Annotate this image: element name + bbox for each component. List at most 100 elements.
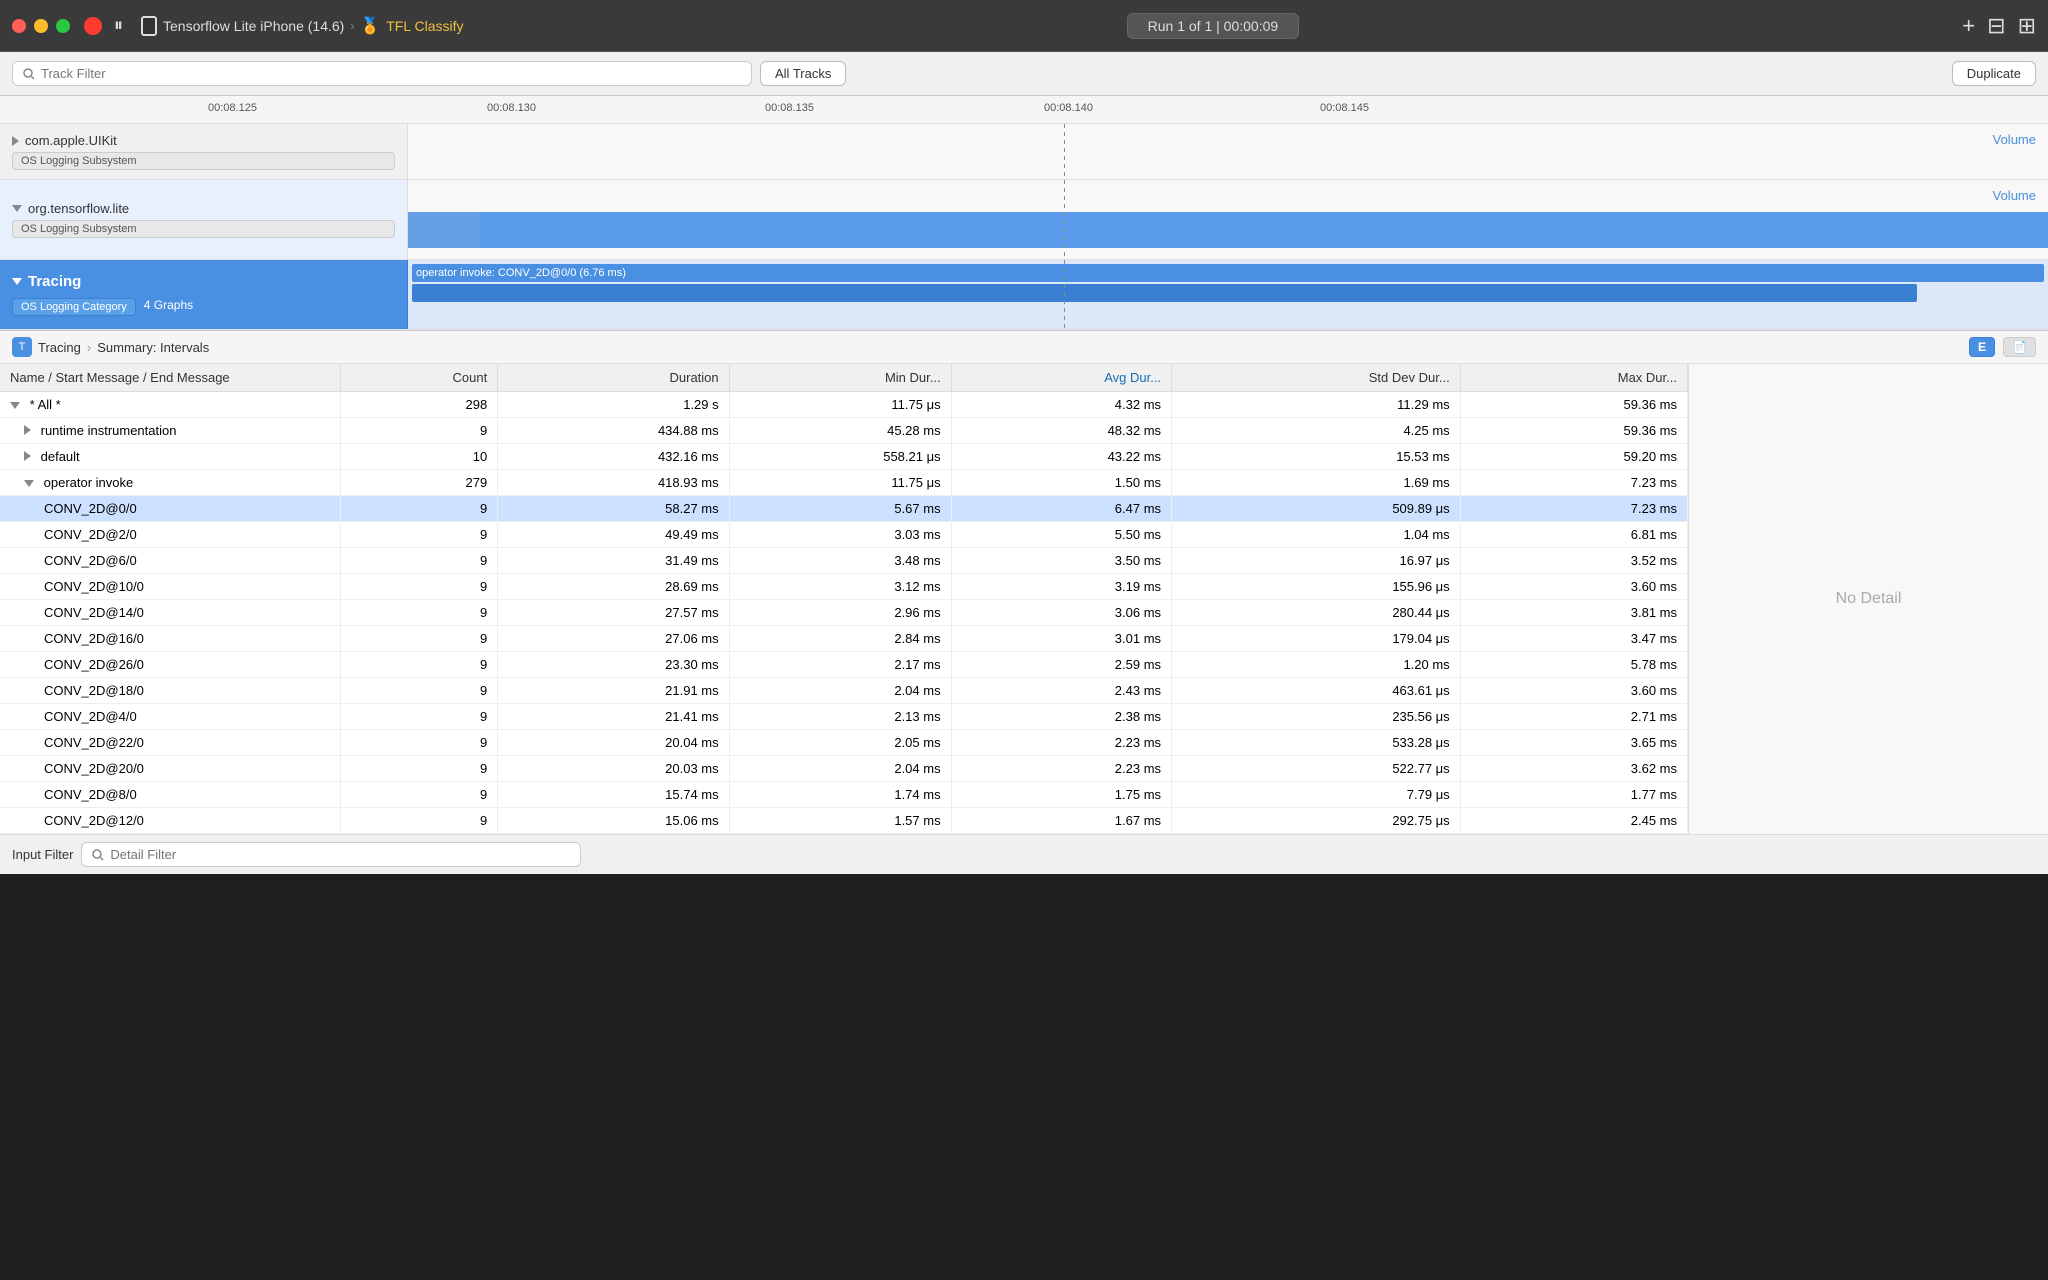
zoom-button[interactable] xyxy=(56,19,70,33)
input-filter-box[interactable] xyxy=(81,842,581,867)
table-scroll[interactable]: Name / Start Message / End Message Count… xyxy=(0,364,1688,834)
table-row[interactable]: CONV_2D@22/0 9 20.04 ms 2.05 ms 2.23 ms … xyxy=(0,730,1688,756)
col-min-dur[interactable]: Min Dur... xyxy=(729,364,951,392)
input-filter-label: Input Filter xyxy=(12,847,73,862)
duration-conv20: 20.03 ms xyxy=(498,756,729,782)
title-bar: ⏸ Tensorflow Lite iPhone (14.6) › 🏅 TFL … xyxy=(0,0,2048,52)
duration-conv2: 49.49 ms xyxy=(498,522,729,548)
duration-conv22: 20.04 ms xyxy=(498,730,729,756)
min-dur-conv4: 2.13 ms xyxy=(729,704,951,730)
track-expand-tensorflow[interactable] xyxy=(12,205,22,212)
table-row[interactable]: operator invoke 279 418.93 ms 11.75 μs 1… xyxy=(0,470,1688,496)
count-conv18: 9 xyxy=(340,678,498,704)
table-row[interactable]: CONV_2D@12/0 9 15.06 ms 1.57 ms 1.67 ms … xyxy=(0,808,1688,834)
col-max-dur[interactable]: Max Dur... xyxy=(1460,364,1687,392)
col-duration[interactable]: Duration xyxy=(498,364,729,392)
expand-op-invoke[interactable] xyxy=(24,480,34,487)
tracing-icon: T xyxy=(12,337,32,357)
min-dur-op-invoke: 11.75 μs xyxy=(729,470,951,496)
expand-default[interactable] xyxy=(24,451,31,461)
table-row[interactable]: CONV_2D@4/0 9 21.41 ms 2.13 ms 2.38 ms 2… xyxy=(0,704,1688,730)
track-row-uikit: com.apple.UIKit OS Logging Subsystem Vol… xyxy=(0,124,2048,180)
all-tracks-button[interactable]: All Tracks xyxy=(760,61,846,86)
count-conv6: 9 xyxy=(340,548,498,574)
std-dev-conv10: 155.96 μs xyxy=(1172,574,1461,600)
duration-conv4: 21.41 ms xyxy=(498,704,729,730)
window-traffic-lights[interactable] xyxy=(12,19,70,33)
split-view-button[interactable]: ⊟ xyxy=(1987,13,2005,39)
count-conv16: 9 xyxy=(340,626,498,652)
track-name-tensorflow: org.tensorflow.lite xyxy=(28,201,129,216)
max-dur-conv4: 2.71 ms xyxy=(1460,704,1687,730)
avg-dur-conv4: 2.38 ms xyxy=(951,704,1171,730)
avg-dur-conv8: 1.75 ms xyxy=(951,782,1171,808)
pause-icon[interactable]: ⏸ xyxy=(114,15,123,36)
name-all: * All * xyxy=(30,397,61,412)
add-button[interactable]: + xyxy=(1962,13,1975,39)
row-name-op-invoke: operator invoke xyxy=(0,470,340,496)
detail-panel: No Detail xyxy=(1688,364,2048,834)
min-dur-conv18: 2.04 ms xyxy=(729,678,951,704)
count-conv10: 9 xyxy=(340,574,498,600)
table-row[interactable]: CONV_2D@0/0 9 58.27 ms 5.67 ms 6.47 ms 5… xyxy=(0,496,1688,522)
table-row[interactable]: CONV_2D@8/0 9 15.74 ms 1.74 ms 1.75 ms 7… xyxy=(0,782,1688,808)
avg-dur-conv0: 6.47 ms xyxy=(951,496,1171,522)
table-row[interactable]: CONV_2D@18/0 9 21.91 ms 2.04 ms 2.43 ms … xyxy=(0,678,1688,704)
col-std-dev[interactable]: Std Dev Dur... xyxy=(1172,364,1461,392)
duration-all: 1.29 s xyxy=(498,392,729,418)
max-dur-op-invoke: 7.23 ms xyxy=(1460,470,1687,496)
track-row-tensorflow: org.tensorflow.lite OS Logging Subsystem… xyxy=(0,180,2048,260)
table-row[interactable]: runtime instrumentation 9 434.88 ms 45.2… xyxy=(0,418,1688,444)
table-row[interactable]: * All * 298 1.29 s 11.75 μs 4.32 ms 11.2… xyxy=(0,392,1688,418)
track-filter-box[interactable] xyxy=(12,61,752,86)
avg-dur-conv18: 2.43 ms xyxy=(951,678,1171,704)
min-dur-conv0: 5.67 ms xyxy=(729,496,951,522)
expand-runtime[interactable] xyxy=(24,425,31,435)
std-dev-conv16: 179.04 μs xyxy=(1172,626,1461,652)
track-volume-uikit: Volume xyxy=(1993,132,2036,147)
std-dev-op-invoke: 1.69 ms xyxy=(1172,470,1461,496)
expand-all[interactable] xyxy=(10,402,20,409)
min-dur-conv14: 2.96 ms xyxy=(729,600,951,626)
count-all: 298 xyxy=(340,392,498,418)
table-row[interactable]: CONV_2D@16/0 9 27.06 ms 2.84 ms 3.01 ms … xyxy=(0,626,1688,652)
filter-icon xyxy=(23,68,35,80)
track-filter-input[interactable] xyxy=(41,66,741,81)
col-avg-dur[interactable]: Avg Dur... xyxy=(951,364,1171,392)
export-button[interactable]: E xyxy=(1969,337,1995,357)
count-runtime: 9 xyxy=(340,418,498,444)
doc-button[interactable]: 📄 xyxy=(2003,337,2036,357)
table-row[interactable]: CONV_2D@20/0 9 20.03 ms 2.04 ms 2.23 ms … xyxy=(0,756,1688,782)
track-label-tensorflow: org.tensorflow.lite OS Logging Subsystem xyxy=(0,180,408,259)
layout-button[interactable]: ⊞ xyxy=(2018,13,2036,39)
duplicate-button[interactable]: Duplicate xyxy=(1952,61,2036,86)
col-name[interactable]: Name / Start Message / End Message xyxy=(0,364,340,392)
max-dur-conv26: 5.78 ms xyxy=(1460,652,1687,678)
duration-conv16: 27.06 ms xyxy=(498,626,729,652)
detail-filter-input[interactable] xyxy=(110,847,570,862)
avg-dur-conv14: 3.06 ms xyxy=(951,600,1171,626)
track-subsystem-tensorflow: OS Logging Subsystem xyxy=(12,220,395,238)
track-expand-tracing[interactable] xyxy=(12,278,22,285)
table-row[interactable]: CONV_2D@14/0 9 27.57 ms 2.96 ms 3.06 ms … xyxy=(0,600,1688,626)
table-row[interactable]: CONV_2D@6/0 9 31.49 ms 3.48 ms 3.50 ms 1… xyxy=(0,548,1688,574)
duration-conv26: 23.30 ms xyxy=(498,652,729,678)
row-name-default: default xyxy=(0,444,340,470)
track-expand-uikit[interactable] xyxy=(12,136,19,146)
minimize-button[interactable] xyxy=(34,19,48,33)
close-button[interactable] xyxy=(12,19,26,33)
table-row[interactable]: CONV_2D@26/0 9 23.30 ms 2.17 ms 2.59 ms … xyxy=(0,652,1688,678)
count-conv8: 9 xyxy=(340,782,498,808)
col-count[interactable]: Count xyxy=(340,364,498,392)
table-row[interactable]: CONV_2D@2/0 9 49.49 ms 3.03 ms 5.50 ms 1… xyxy=(0,522,1688,548)
min-dur-conv10: 3.12 ms xyxy=(729,574,951,600)
record-icon[interactable] xyxy=(84,17,102,35)
min-dur-conv6: 3.48 ms xyxy=(729,548,951,574)
input-filter-row: Input Filter xyxy=(0,834,2048,874)
cursor-line-tracing xyxy=(1064,260,1065,329)
table-row[interactable]: default 10 432.16 ms 558.21 μs 43.22 ms … xyxy=(0,444,1688,470)
avg-dur-conv10: 3.19 ms xyxy=(951,574,1171,600)
min-dur-conv12: 1.57 ms xyxy=(729,808,951,834)
table-row[interactable]: CONV_2D@10/0 9 28.69 ms 3.12 ms 3.19 ms … xyxy=(0,574,1688,600)
std-dev-conv26: 1.20 ms xyxy=(1172,652,1461,678)
